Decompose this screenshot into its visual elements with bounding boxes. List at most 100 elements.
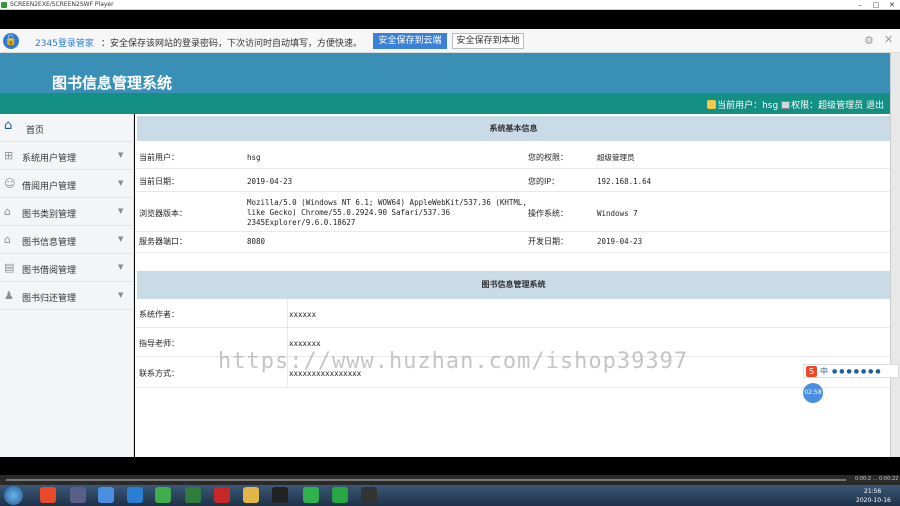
- ip-label: 您的IP：: [528, 177, 560, 186]
- key-icon: [781, 101, 791, 109]
- user-info: 当前用户：hsg 权限：超级管理员 退出: [707, 98, 884, 111]
- sidebar-item-book-categories[interactable]: ⌂ 图书类别管理 ▼: [0, 198, 133, 226]
- sidebar-item-home[interactable]: ⌂ 首页: [0, 114, 133, 142]
- dev-date-value: 2019-04-23: [597, 237, 643, 246]
- sidebar-item-label: 借阅用户管理: [22, 182, 77, 192]
- app-icon[interactable]: [332, 487, 348, 503]
- sogou-icon: S: [806, 366, 817, 377]
- save-to-local-button[interactable]: 安全保存到本地: [452, 33, 524, 49]
- chrome-icon[interactable]: [40, 487, 56, 503]
- chevron-down-icon: ▼: [118, 291, 124, 299]
- save-to-cloud-button[interactable]: 安全保存到云端: [373, 33, 447, 49]
- chevron-down-icon: ▼: [118, 151, 124, 159]
- sidebar-item-label: 图书借阅管理: [22, 266, 77, 276]
- sidebar-item-borrow-users[interactable]: ☺ 借阅用户管理 ▼: [0, 170, 133, 198]
- logout-link[interactable]: 退出: [866, 101, 884, 111]
- permission-label: 您的权限：: [528, 153, 568, 162]
- role-label: 权限：: [791, 101, 819, 111]
- gear-icon[interactable]: ⚙: [864, 34, 874, 47]
- chevron-down-icon: ▼: [118, 263, 124, 271]
- player-title-text: SCREEN2EXE/SCREEN2SWF Player: [10, 1, 114, 8]
- current-user-value: hsg: [247, 153, 261, 162]
- close-icon[interactable]: ✕: [884, 33, 893, 46]
- sidebar-item-label: 图书归还管理: [22, 294, 77, 304]
- close-window-icon[interactable]: ✕: [884, 0, 900, 10]
- password-save-message: ：安全保存该网站的登录密码，下次访问时自动填写，方便快速。: [101, 39, 363, 49]
- page-scrollbar[interactable]: [890, 53, 900, 457]
- browser-version-value: Mozilla/5.0 (Windows NT 6.1; WOW64) Appl…: [247, 198, 527, 227]
- player-time: 0:00:2 ... 0:00:22: [855, 476, 899, 482]
- author-value: xxxxxx: [289, 310, 317, 319]
- contact-label: 联系方式：: [139, 369, 179, 378]
- taskbar: 21:56 2020-10-16: [0, 485, 900, 506]
- progress-bar[interactable]: [6, 479, 846, 481]
- permission-value: 超级管理员: [597, 153, 635, 162]
- table-row: 当前用户： hsg 您的权限： 超级管理员: [137, 142, 890, 169]
- browser-version-label: 浏览器版本：: [139, 209, 187, 218]
- table-row: 系统作者： xxxxxx: [137, 299, 890, 328]
- password-manager-brand[interactable]: 2345登录管家: [35, 36, 94, 49]
- qq-browser-icon[interactable]: [98, 487, 114, 503]
- current-date-value: 2019-04-23: [247, 177, 293, 186]
- sidebar-item-book-info[interactable]: ⌂ 图书信息管理 ▼: [0, 226, 133, 254]
- column-divider: [287, 299, 288, 327]
- advisor-value: xxxxxxx: [289, 339, 321, 348]
- house-icon: ⌂: [4, 233, 11, 246]
- server-port-label: 服务器端口：: [139, 237, 187, 246]
- sidebar-item-label: 图书类别管理: [22, 210, 77, 220]
- app-icon[interactable]: [155, 487, 171, 503]
- ime-tools-icon[interactable]: ●●●●●●●: [832, 368, 883, 375]
- player-title-bar: SCREEN2EXE/SCREEN2SWF Player – □ ✕: [0, 0, 900, 10]
- system-info-heading: 系统基本信息: [137, 116, 890, 141]
- search-app-icon[interactable]: [127, 487, 143, 503]
- app-title: 图书信息管理系统: [52, 74, 173, 92]
- app-icon[interactable]: [70, 487, 86, 503]
- eclipse-icon[interactable]: [361, 487, 377, 503]
- video-letterbox-top: [0, 11, 900, 29]
- sidebar-item-label: 首页: [26, 126, 45, 136]
- clock-date: 2020-10-16: [856, 497, 891, 504]
- password-save-bar: 🔓 2345登录管家 ：安全保存该网站的登录密码，下次访问时自动填写，方便快速。…: [0, 29, 900, 53]
- about-heading: 图书信息管理系统: [137, 271, 890, 299]
- flash-icon[interactable]: [214, 487, 230, 503]
- app-header: 图书信息管理系统: [0, 53, 890, 93]
- user-icon: [707, 100, 717, 109]
- main-content: 系统基本信息 当前用户： hsg 您的权限： 超级管理员 当前日期： 2019-…: [135, 114, 890, 457]
- ime-mode[interactable]: 中: [820, 366, 828, 377]
- ip-value: 192.168.1.64: [597, 177, 652, 186]
- grid-icon: ⊞: [4, 149, 14, 162]
- current-user-label: 当前用户：: [139, 153, 179, 162]
- start-button[interactable]: [4, 486, 23, 505]
- doc-icon: ▤: [4, 261, 15, 274]
- ime-toolbar[interactable]: S 中 ●●●●●●●: [803, 364, 899, 378]
- player-controls: 0:00:2 ... 0:00:22: [0, 475, 900, 485]
- player-app-icon: [1, 2, 7, 8]
- sidebar-item-book-borrow[interactable]: ▤ 图书借阅管理 ▼: [0, 254, 133, 282]
- table-row: 当前日期： 2019-04-23 您的IP： 192.168.1.64: [137, 169, 890, 192]
- os-value: Windows 7: [597, 209, 638, 218]
- server-port-value: 8080: [247, 237, 266, 246]
- house-icon: ⌂: [4, 205, 11, 218]
- maximize-icon[interactable]: □: [868, 0, 884, 10]
- table-row: 浏览器版本： Mozilla/5.0 (Windows NT 6.1; WOW6…: [137, 192, 890, 232]
- sidebar-item-book-return[interactable]: ♟ 图书归还管理 ▼: [0, 282, 133, 310]
- folder-icon[interactable]: [243, 487, 259, 503]
- qq-icon[interactable]: [272, 487, 288, 503]
- table-row: 服务器端口： 8080 开发日期： 2019-04-23: [137, 232, 890, 253]
- chevron-down-icon: ▼: [118, 235, 124, 243]
- video-letterbox-bottom: [0, 457, 900, 475]
- user-info-bar: 当前用户：hsg 权限：超级管理员 退出: [0, 93, 890, 114]
- user-icon: ☺: [4, 177, 16, 190]
- user-name: hsg: [762, 101, 779, 111]
- recording-timer: 02:58: [803, 383, 823, 403]
- wechat-icon[interactable]: [303, 487, 319, 503]
- watermark-text: https://www.huzhan.com/ishop39397: [218, 349, 689, 374]
- sidebar-item-system-users[interactable]: ⊞ 系统用户管理 ▼: [0, 142, 133, 170]
- minimize-icon[interactable]: –: [852, 0, 868, 10]
- excel-icon[interactable]: [185, 487, 201, 503]
- sidebar: ⌂ 首页 ⊞ 系统用户管理 ▼ ☺ 借阅用户管理 ▼ ⌂ 图书类别管理 ▼ ⌂ …: [0, 114, 134, 457]
- dev-date-label: 开发日期：: [528, 237, 568, 246]
- os-label: 操作系统：: [528, 209, 568, 218]
- author-label: 系统作者：: [139, 310, 179, 319]
- sidebar-item-label: 系统用户管理: [22, 154, 77, 164]
